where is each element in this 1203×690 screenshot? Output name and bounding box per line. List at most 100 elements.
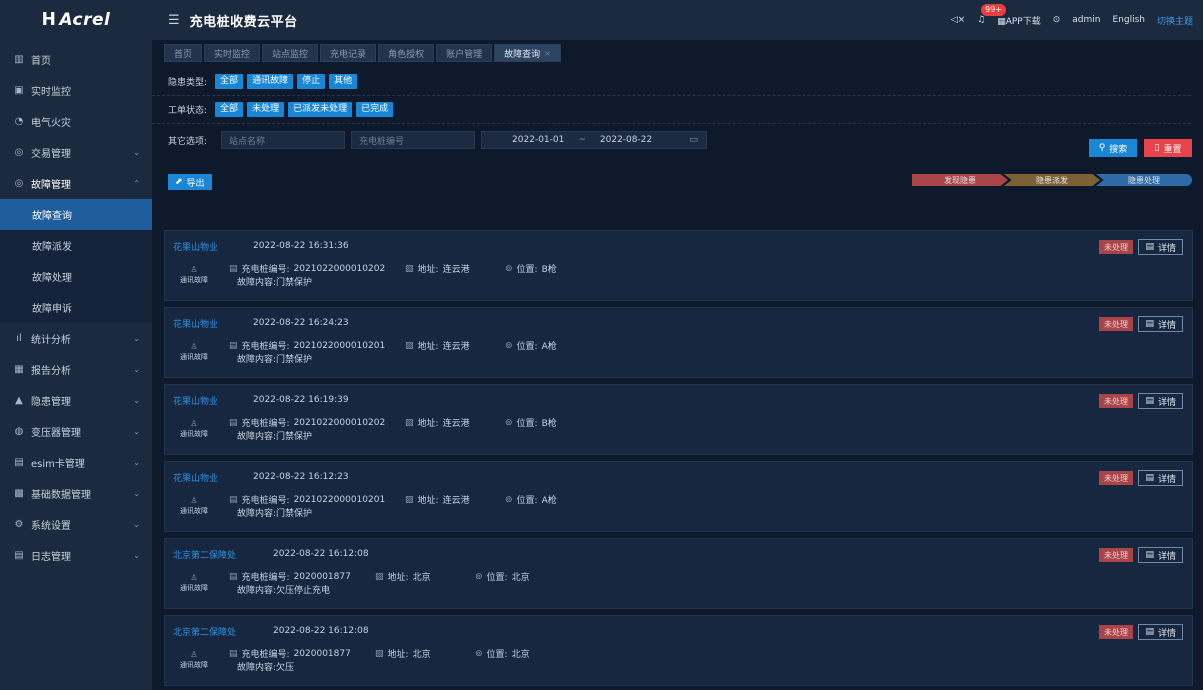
tab-label: 充电记录: [330, 49, 367, 60]
sidebar-item-report[interactable]: ▦ 报告分析 ⌄: [0, 354, 152, 385]
site-name-link[interactable]: 花果山物业: [173, 394, 218, 407]
fault-content: 故障内容:欠压停止充电: [237, 583, 330, 596]
chevron-icon: ⌄: [133, 396, 140, 405]
tab-label: 实时监控: [214, 49, 251, 60]
reset-button[interactable]: ▯ 重置: [1144, 139, 1192, 157]
filter-chip[interactable]: 其他: [329, 74, 358, 89]
position-label: 位置:: [516, 496, 538, 506]
sidebar-subitem[interactable]: 故障查询: [0, 199, 152, 230]
fault-content: 故障内容:欠压: [237, 660, 294, 673]
menu-toggle-icon[interactable]: ☰: [168, 13, 180, 28]
sidebar-item-home[interactable]: ▥ 首页: [0, 44, 152, 75]
site-name-link[interactable]: 花果山物业: [173, 240, 218, 253]
site-name-link[interactable]: 北京第二保障处: [173, 548, 236, 561]
record-time: 2022-08-22 16:12:08: [273, 549, 369, 559]
detail-button[interactable]: ▤ 详情: [1138, 547, 1183, 563]
detail-button[interactable]: ▤ 详情: [1138, 393, 1183, 409]
fault-type: ♙ 通讯故障: [178, 649, 210, 671]
trash-icon: ▯: [1154, 143, 1160, 153]
sidebar-subitem[interactable]: 故障处理: [0, 261, 152, 292]
tab-item[interactable]: 首页: [164, 44, 203, 62]
fault-type-text: 通讯故障: [180, 430, 208, 438]
filter-chip[interactable]: 未处理: [247, 102, 285, 117]
fault-type-text: 通讯故障: [180, 661, 208, 669]
detail-label: 详情: [1157, 551, 1176, 562]
sidebar-item-settings[interactable]: ⚙ 系统设置 ⌄: [0, 509, 152, 540]
tab-item[interactable]: 账户管理: [436, 44, 493, 62]
tab-item[interactable]: 实时监控: [204, 44, 261, 62]
tab-item[interactable]: 角色授权: [378, 44, 435, 62]
tab-item[interactable]: 故障查询 ×: [494, 44, 561, 62]
filter-chip[interactable]: 已派发未处理: [288, 102, 353, 117]
pile-number-field: ▤ 充电桩编号: 2021022000010202: [229, 262, 405, 276]
sidebar-item-transformer[interactable]: ◍ 变压器管理 ⌄: [0, 416, 152, 447]
fault-content-value: 门禁保护: [276, 509, 313, 519]
user-name[interactable]: admin: [1072, 15, 1100, 25]
export-button[interactable]: ⬈ 导出: [168, 174, 212, 190]
sidebar-subitem[interactable]: 故障申诉: [0, 292, 152, 323]
sidebar-subitem[interactable]: 故障派发: [0, 230, 152, 261]
tab-item[interactable]: 充电记录: [320, 44, 377, 62]
sidebar-item-trade[interactable]: ◎ 交易管理 ⌄: [0, 137, 152, 168]
sidebar-item-monitor[interactable]: ▣ 实时监控: [0, 75, 152, 106]
detail-button[interactable]: ▤ 详情: [1138, 624, 1183, 640]
detail-button[interactable]: ▤ 详情: [1138, 470, 1183, 486]
fault-content-value: 门禁保护: [276, 355, 313, 365]
fault-type-label: 隐患类型:: [168, 78, 208, 88]
search-button[interactable]: ⚲ 搜索: [1089, 139, 1137, 157]
sidebar-item-fire[interactable]: ◔ 电气火灾: [0, 106, 152, 137]
close-icon[interactable]: ×: [544, 49, 551, 58]
detail-button[interactable]: ▤ 详情: [1138, 239, 1183, 255]
sound-icon[interactable]: ◁×: [951, 15, 965, 25]
position-label: 位置:: [486, 573, 508, 583]
sidebar-item-log[interactable]: ▤ 日志管理 ⌄: [0, 540, 152, 571]
position-field: ⊚ 位置: A枪: [505, 339, 557, 353]
tab-item[interactable]: 站点监控: [262, 44, 319, 62]
filter-chip[interactable]: 停止: [297, 74, 326, 89]
theme-switch[interactable]: 切换主题: [1157, 14, 1193, 27]
site-name-link[interactable]: 花果山物业: [173, 471, 218, 484]
site-name-link[interactable]: 北京第二保障处: [173, 625, 236, 638]
detail-label: 详情: [1157, 397, 1176, 408]
detail-label: 详情: [1157, 474, 1176, 485]
fault-type: ♙ 通讯故障: [178, 572, 210, 594]
notification-button[interactable]: ♫ 99+: [977, 4, 1007, 25]
fault-record-list: 花果山物业 2022-08-22 16:31:36 ♙ 通讯故障 ▤ 充电桩编号: 2…: [164, 230, 1193, 690]
position-field: ⊚ 位置: B枪: [505, 262, 557, 276]
detail-label: 详情: [1157, 320, 1176, 331]
sidebar-item-data[interactable]: ▩ 基础数据管理 ⌄: [0, 478, 152, 509]
record-time: 2022-08-22 16:12:08: [273, 626, 369, 636]
app-download-link[interactable]: ▦APP下载: [997, 14, 1041, 27]
filter-chip[interactable]: 全部: [215, 102, 244, 117]
detail-button[interactable]: ▤ 详情: [1138, 316, 1183, 332]
fault-record-card: 花果山物业 2022-08-22 16:24:23 ♙ 通讯故障 ▤ 充电桩编号: 2…: [164, 307, 1193, 378]
pile-icon: ▤: [229, 263, 238, 274]
site-name-link[interactable]: 花果山物业: [173, 317, 218, 330]
address-value: 北京: [412, 650, 431, 660]
sidebar-item-warning[interactable]: ▲ 隐患管理 ⌄: [0, 385, 152, 416]
sidebar-item-fault[interactable]: ◎ 故障管理 ⌃: [0, 168, 152, 199]
language-switch[interactable]: English: [1112, 15, 1145, 25]
filter-chip[interactable]: 已完成: [356, 102, 394, 117]
site-name-input[interactable]: 站点名称: [221, 131, 346, 149]
position-value: B枪: [541, 265, 557, 275]
sidebar-item-sim[interactable]: ▤ esim卡管理 ⌄: [0, 447, 152, 478]
map-icon: ▨: [375, 648, 384, 659]
fault-content-value: 门禁保护: [276, 432, 313, 442]
fault-content-label: 故障内容:: [237, 586, 277, 596]
pile-number-input[interactable]: 充电桩编号: [351, 131, 476, 149]
pile-icon: ▤: [229, 648, 238, 659]
date-range-picker[interactable]: 2022-01-01 ~ 2022-08-22 ▭: [481, 131, 708, 149]
fault-content-value: 欠压停止充电: [276, 586, 331, 596]
sidebar-item-label: 基础数据管理: [31, 490, 91, 501]
notification-badge: 99+: [981, 4, 1007, 16]
filter-chip[interactable]: 通讯故障: [247, 74, 294, 89]
logo-mark-icon: ᕼ: [41, 10, 57, 30]
help-icon[interactable]: ⊙: [1053, 15, 1061, 25]
filter-chip[interactable]: 全部: [215, 74, 244, 89]
position-value: A枪: [541, 342, 557, 352]
sidebar-item-stats[interactable]: ıl 统计分析 ⌄: [0, 323, 152, 354]
sidebar-item-label: esim卡管理: [31, 459, 85, 470]
record-time: 2022-08-22 16:24:23: [253, 318, 349, 328]
document-icon: ▤: [1145, 550, 1154, 560]
